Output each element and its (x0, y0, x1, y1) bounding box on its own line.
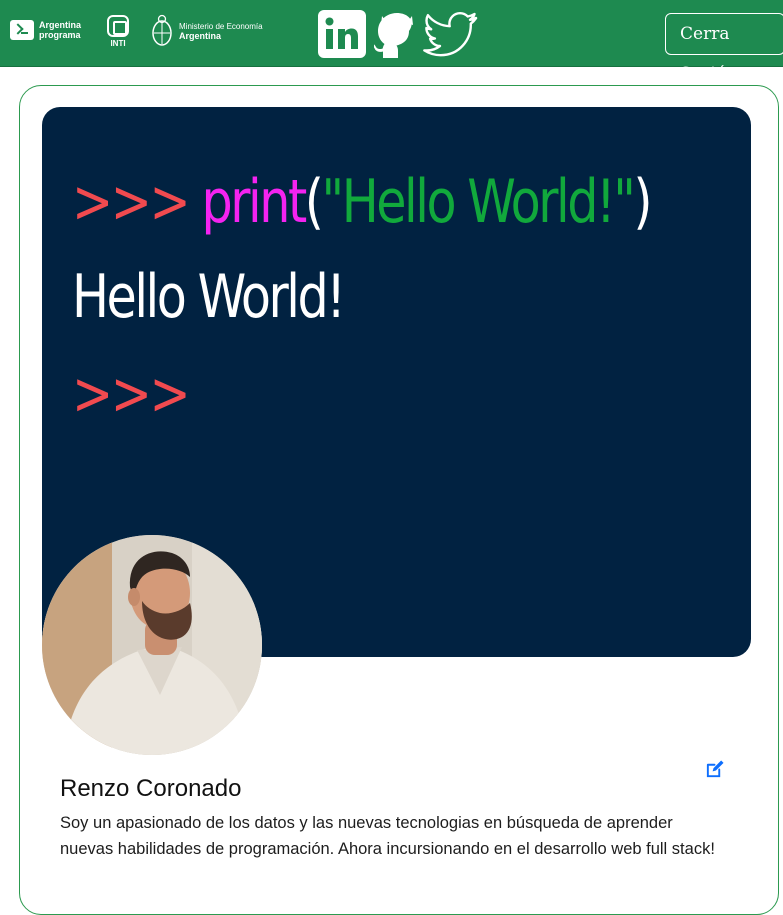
logo-text-line: programa (39, 30, 81, 40)
prompt-symbol: >>> (72, 359, 191, 429)
profile-bio: Soy un apasionado de los datos y las nue… (60, 814, 715, 858)
ministerio-text: Ministerio de Economía (179, 21, 263, 31)
inti-logo[interactable]: INTI (104, 15, 132, 48)
inti-logo-text: INTI (110, 39, 126, 48)
profile-photo (42, 535, 262, 755)
argentina-programa-logo[interactable]: Argentina programa (10, 20, 81, 40)
open-paren: ( (304, 167, 324, 237)
terminal-icon (10, 20, 34, 40)
inti-mark-icon (107, 15, 129, 37)
close-paren: ) (633, 167, 652, 237)
argentina-seal-icon (152, 14, 172, 46)
twitter-icon[interactable] (422, 10, 480, 58)
ministerio-country-text: Argentina (179, 30, 222, 41)
profile-name: Renzo Coronado (60, 775, 242, 802)
prompt-symbol: >>> (72, 167, 202, 237)
ministerio-economia-logo[interactable]: Ministerio de Economía Argentina (151, 14, 263, 48)
logo-text-line: Argentina (39, 20, 82, 30)
code-line-print: >>> print("Hello World!") (72, 167, 653, 237)
print-keyword: print (201, 167, 307, 237)
profile-avatar (42, 535, 262, 755)
edit-icon[interactable] (705, 760, 724, 779)
linkedin-icon[interactable] (318, 10, 366, 58)
logout-button[interactable]: Cerra Sesión (665, 13, 783, 84)
github-icon[interactable] (374, 10, 420, 58)
string-literal: "Hello World!" (321, 167, 636, 237)
code-line-prompt: >>> (72, 359, 191, 429)
top-navbar: Argentina programa INTI Ministerio de Ec… (0, 0, 783, 84)
code-output-line: Hello World! (72, 262, 346, 332)
